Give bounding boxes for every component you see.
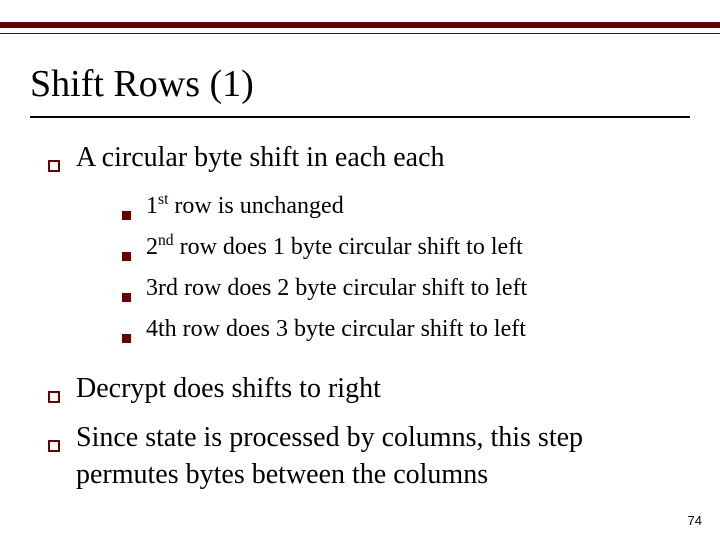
sub-list-item: 2nd row does 1 byte circular shift to le… [122,230,688,271]
ordinal-rest: row is unchanged [168,193,343,219]
hollow-square-icon [48,140,76,183]
content-area: A circular byte shift in each each 1st r… [48,140,688,500]
page-number: 74 [688,513,702,528]
list-item: A circular byte shift in each each [48,140,688,183]
top-accent-bar [0,22,720,28]
sub-list: 1st row is unchanged 2nd row does 1 byte… [122,189,688,353]
list-item: Since state is processed by columns, thi… [48,420,688,494]
filled-square-icon [122,312,146,353]
page-title: Shift Rows (1) [30,62,254,106]
list-item-text: Decrypt does shifts to right [76,371,688,408]
hollow-square-icon [48,420,76,463]
ordinal-sup: st [158,191,168,208]
top-thin-rule [0,33,720,34]
ordinal: 2 [146,234,158,260]
list-item-text: Since state is processed by columns, thi… [76,420,688,494]
sub-list-item: 4th row does 3 byte circular shift to le… [122,312,688,353]
sub-list-item: 1st row is unchanged [122,189,688,230]
sub-list-item-text: 1st row is unchanged [146,189,688,223]
hollow-square-icon [48,371,76,414]
ordinal-sup: nd [158,232,174,249]
title-underline [30,116,690,118]
list-item: Decrypt does shifts to right [48,371,688,414]
filled-square-icon [122,189,146,230]
list-item-text: A circular byte shift in each each [76,140,688,177]
filled-square-icon [122,230,146,271]
sub-list-item-text: 3rd row does 2 byte circular shift to le… [146,271,688,305]
filled-square-icon [122,271,146,312]
sub-list-item-text: 4th row does 3 byte circular shift to le… [146,312,688,346]
ordinal: 1 [146,193,158,219]
ordinal-rest: row does 1 byte circular shift to left [174,234,523,260]
sub-list-item: 3rd row does 2 byte circular shift to le… [122,271,688,312]
sub-list-item-text: 2nd row does 1 byte circular shift to le… [146,230,688,264]
